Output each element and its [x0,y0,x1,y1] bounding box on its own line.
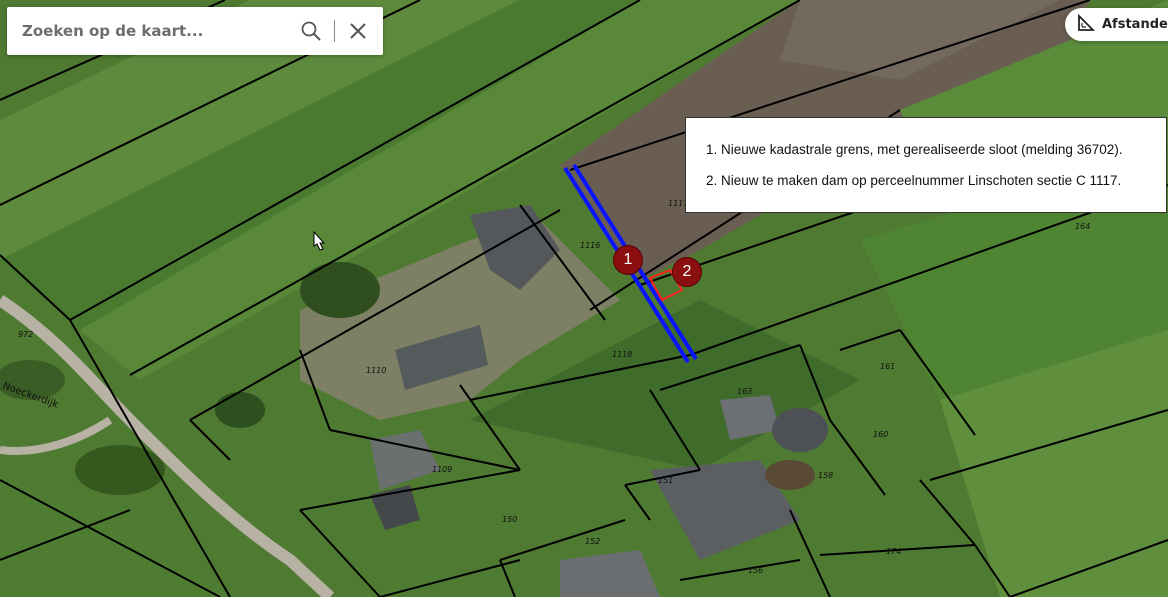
distances-button[interactable]: Afstanden [1065,8,1168,41]
search-divider [334,20,335,42]
parcel-label: 1116 [580,241,600,250]
search-input[interactable]: Zoeken op de kaart... [7,22,300,40]
parcel-label: 160 [873,430,888,439]
search-icon[interactable] [300,20,322,42]
aerial-map[interactable]: 1116 1117 164 972 1110 1118 163 161 160 … [0,0,1168,597]
legend-panel: 1. Nieuwe kadastrale grens, met gerealis… [685,117,1167,213]
marker-label: 1 [623,251,633,268]
parcel-label: 1118 [612,350,632,359]
parcel-label: 1109 [432,465,452,474]
parcel-label: 152 [585,537,600,546]
parcel-label: 163 [737,387,752,396]
parcel-label: 150 [502,515,517,524]
ruler-icon [1077,13,1096,36]
marker-2[interactable]: 2 [673,258,701,286]
parcel-label: 158 [818,471,833,480]
parcel-label: 972 [18,330,33,339]
parcel-label: 164 [1075,222,1090,231]
legend-item-2: 2. Nieuw te maken dam op perceelnummer L… [706,173,1122,188]
parcel-label: 161 [880,362,895,371]
marker-label: 2 [682,263,692,280]
parcel-label: 151 [658,476,673,485]
search-box[interactable]: Zoeken op de kaart... [7,7,383,55]
parcel-label: 156 [748,566,763,575]
parcel-label: 1110 [366,366,386,375]
parcel-label: 174 [886,547,901,556]
legend-item-1: 1. Nieuwe kadastrale grens, met gerealis… [706,142,1123,157]
close-icon[interactable] [347,20,369,42]
distances-label: Afstanden [1102,17,1168,32]
marker-1[interactable]: 1 [614,246,642,274]
